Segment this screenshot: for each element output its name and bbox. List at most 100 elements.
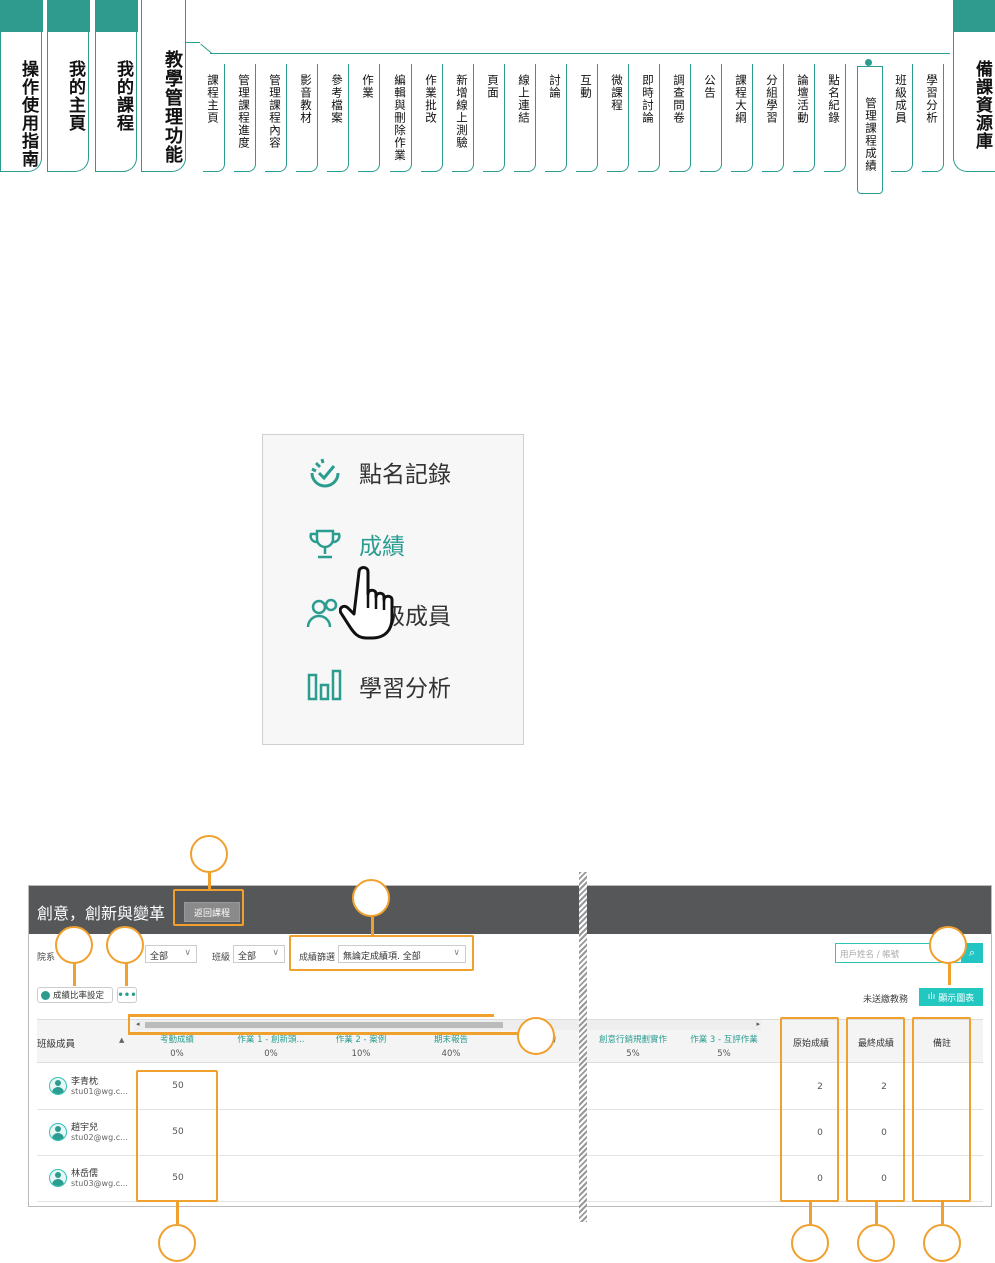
scroll-right-icon[interactable]: ▸ xyxy=(756,1020,760,1028)
tab-home[interactable]: 我的主頁 xyxy=(46,0,90,172)
menu-item-grades-label: 成績 xyxy=(359,534,405,560)
callout-line xyxy=(176,1202,179,1224)
sub-tab-label: 新增線上測驗 xyxy=(455,74,469,149)
sub-tab-label: 調查問卷 xyxy=(672,74,686,124)
sub-tab-12[interactable]: 互動 xyxy=(576,64,598,172)
attendance-icon xyxy=(303,450,347,494)
sub-tab-label: 點名紀錄 xyxy=(827,74,841,124)
grade-col-hw1[interactable]: 作業 1 - 創新頭... 0% xyxy=(226,1033,316,1059)
grade-col-hw2[interactable]: 作業 2 - 案例 10% xyxy=(316,1033,406,1059)
grade-ratio-button[interactable]: 成績比率設定 xyxy=(37,987,113,1003)
tab-resources-label: 備課資源庫 xyxy=(972,60,992,150)
callout-box-attendance xyxy=(136,1070,218,1202)
sub-tab-4[interactable]: 參考檔案 xyxy=(327,64,349,172)
sub-tab-20[interactable]: 點名紀錄 xyxy=(824,64,846,172)
sub-tab-14[interactable]: 即時討論 xyxy=(638,64,660,172)
sub-tab-21[interactable]: 管理課程成績 xyxy=(857,66,883,194)
sub-tab-17[interactable]: 課程大綱 xyxy=(731,64,753,172)
menu-item-grades[interactable]: 成績 xyxy=(303,519,405,569)
callout-circle xyxy=(929,926,967,964)
col-name: 期末報告 xyxy=(433,1035,468,1045)
col-name: 考勤成績 xyxy=(159,1035,194,1045)
callout-line xyxy=(128,1014,494,1017)
callout-circle xyxy=(158,1224,196,1262)
sub-tab-label: 互動 xyxy=(579,74,593,99)
grade-col-marketing[interactable]: 創意行銷規劃實作 5% xyxy=(588,1033,678,1059)
callout-circle xyxy=(106,926,144,964)
tab-cap xyxy=(94,0,138,32)
dept-select[interactable]: 全部 ∨ xyxy=(145,945,197,963)
callout-circle xyxy=(517,1017,555,1055)
sub-tab-9[interactable]: 頁面 xyxy=(483,64,505,172)
grade-col-final-report[interactable]: 期末報告 40% xyxy=(406,1033,496,1059)
sub-tab-label: 線上連結 xyxy=(517,74,531,124)
sub-tab-15[interactable]: 調查問卷 xyxy=(669,64,691,172)
sub-tab-22[interactable]: 班級成員 xyxy=(891,64,913,172)
sub-tab-0[interactable]: 課程主頁 xyxy=(203,64,225,172)
sub-tab-11[interactable]: 討論 xyxy=(545,64,567,172)
tab-teach-mgmt[interactable]: 教學管理功能 xyxy=(141,0,186,172)
break-divider xyxy=(579,872,587,1222)
sub-tab-8[interactable]: 新增線上測驗 xyxy=(452,64,474,172)
grade-col-hw3[interactable]: 作業 3 - 互評作業 5% xyxy=(679,1033,769,1059)
menu-item-attendance[interactable]: 點名記錄 xyxy=(303,447,451,497)
tab-baseline xyxy=(210,53,950,54)
tab-guide[interactable]: 操作使用指南 xyxy=(0,0,43,172)
course-title: 創意，創新與變革 xyxy=(37,904,166,923)
col-name: 作業 1 - 創新頭... xyxy=(237,1035,305,1045)
callout-line xyxy=(875,1202,878,1224)
class-select[interactable]: 全部 ∨ xyxy=(233,945,285,963)
tab-cap xyxy=(46,0,90,32)
callout-box-columns xyxy=(128,1014,502,1034)
col-name: 作業 3 - 互評作業 xyxy=(690,1035,758,1045)
sub-tab-18[interactable]: 分組學習 xyxy=(762,64,784,172)
trophy-icon xyxy=(303,522,347,566)
class-select-value: 全部 xyxy=(238,952,257,962)
menu-item-analytics-label: 學習分析 xyxy=(359,676,451,702)
callout-box-final xyxy=(846,1017,905,1202)
more-options-button[interactable]: ••• xyxy=(117,987,137,1003)
sub-tab-19[interactable]: 論壇活動 xyxy=(793,64,815,172)
sub-tab-3[interactable]: 影音教材 xyxy=(296,64,318,172)
col-pct: 40% xyxy=(441,1049,461,1059)
sub-tab-16[interactable]: 公告 xyxy=(700,64,722,172)
callout-circle xyxy=(857,1224,895,1262)
member-column-header[interactable]: 班級成員 xyxy=(37,1036,75,1050)
dept-label: 院系 xyxy=(37,953,56,963)
active-indicator-dot xyxy=(865,59,872,66)
hand-cursor-icon xyxy=(338,566,397,646)
sub-tab-label: 班級成員 xyxy=(894,74,908,124)
col-pct: 5% xyxy=(626,1049,640,1059)
callout-circle xyxy=(190,835,228,873)
sub-tab-10[interactable]: 線上連結 xyxy=(514,64,536,172)
grade-col-attendance[interactable]: 考勤成績 0% xyxy=(132,1033,222,1059)
show-chart-label: 顯示圖表 xyxy=(938,993,975,1004)
sub-tab-5[interactable]: 作業 xyxy=(358,64,380,172)
sub-tab-label: 管理課程進度 xyxy=(237,74,251,149)
sub-tab-1[interactable]: 管理課程進度 xyxy=(234,64,256,172)
sub-tab-label: 作業批改 xyxy=(424,74,438,124)
tab-my-courses[interactable]: 我的課程 xyxy=(94,0,138,172)
tab-resources[interactable]: 備課資源庫 xyxy=(952,0,995,172)
sort-asc-icon[interactable]: ▲ xyxy=(119,1036,124,1044)
tab-my-courses-label: 我的課程 xyxy=(113,60,133,132)
callout-circle xyxy=(923,1224,961,1262)
sub-tab-6[interactable]: 編輯與刪除作業 xyxy=(390,64,412,172)
callout-line xyxy=(125,963,128,986)
sub-tab-label: 頁面 xyxy=(486,74,500,99)
callout-circle xyxy=(791,1224,829,1262)
col-pct: 10% xyxy=(351,1049,371,1059)
tab-connector xyxy=(200,43,212,54)
callout-line xyxy=(128,1032,502,1035)
avatar xyxy=(49,1077,67,1095)
chevron-down-icon: ∨ xyxy=(272,948,279,958)
col-pct: 5% xyxy=(717,1049,731,1059)
show-chart-button[interactable]: ılı 顯示圖表 xyxy=(919,988,983,1006)
menu-item-analytics[interactable]: 學習分析 xyxy=(303,661,451,711)
sub-tab-7[interactable]: 作業批改 xyxy=(421,64,443,172)
sub-tab-2[interactable]: 管理課程內容 xyxy=(265,64,287,172)
sub-tab-23[interactable]: 學習分析 xyxy=(922,64,944,172)
sub-tab-13[interactable]: 微課程 xyxy=(607,64,629,172)
callout-line xyxy=(73,963,76,986)
top-tab-strip: 操作使用指南 我的主頁 我的課程 教學管理功能 課程主頁 管理課程進度 管理課程內容… xyxy=(0,0,995,194)
